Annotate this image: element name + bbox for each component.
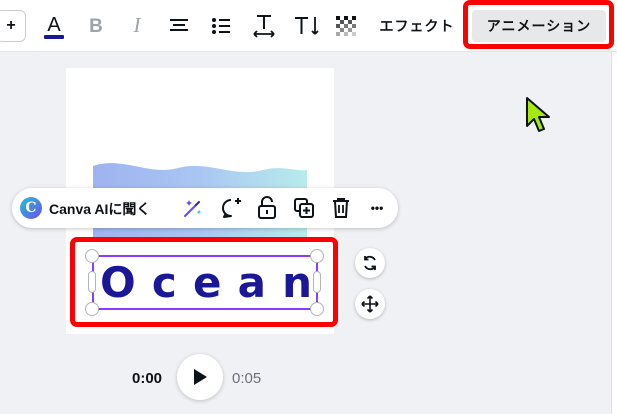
text-color-button[interactable]: A <box>40 10 68 42</box>
bold-icon: B <box>89 16 103 37</box>
bold-button[interactable]: B <box>84 10 108 42</box>
transparency-checker-icon <box>336 16 356 36</box>
lock-open-icon <box>258 196 276 219</box>
svg-text:B: B <box>89 16 103 37</box>
ocean-letter-e: e <box>192 257 222 307</box>
mouse-cursor-icon <box>526 97 550 132</box>
ask-canva-ai-button[interactable]: Canva AIに聞く <box>49 199 150 219</box>
italic-button[interactable]: I <box>126 10 148 42</box>
comment-button[interactable] <box>219 196 243 220</box>
letter-spacing-button[interactable] <box>250 10 278 42</box>
play-icon <box>194 369 207 385</box>
resize-handle-left[interactable] <box>88 271 96 293</box>
magic-wand-icon <box>183 200 202 218</box>
transparency-button[interactable] <box>334 10 358 42</box>
total-duration: 0:05 <box>232 370 262 387</box>
effects-button[interactable]: エフェクト <box>376 10 458 42</box>
trash-icon <box>333 198 349 218</box>
duplicate-icon <box>294 198 314 218</box>
magic-write-button[interactable] <box>180 196 204 220</box>
resize-handle-bottom-left[interactable] <box>85 302 99 316</box>
ocean-letter-c: c <box>151 257 177 307</box>
ocean-letter-a: a <box>237 257 266 307</box>
ocean-letter-o: O <box>100 257 136 307</box>
resize-handle-top-left[interactable] <box>85 249 99 263</box>
play-button[interactable] <box>177 354 223 400</box>
bullet-list-icon <box>212 18 230 34</box>
letter-spacing-icon <box>253 15 275 38</box>
align-center-icon <box>170 19 188 31</box>
rotate-icon <box>364 255 376 271</box>
right-panel-edge <box>611 52 617 414</box>
italic-icon: I <box>133 14 142 37</box>
animate-button[interactable]: アニメーション <box>472 10 606 42</box>
current-time: 0:00 <box>132 370 163 387</box>
add-button[interactable]: + <box>0 10 26 42</box>
rotate-button[interactable] <box>355 248 385 278</box>
move-arrows-icon <box>361 295 379 313</box>
move-button[interactable] <box>355 289 385 319</box>
svg-text:I: I <box>133 14 142 37</box>
resize-handle-top-right[interactable] <box>310 249 324 263</box>
list-button[interactable] <box>208 10 234 42</box>
resize-handle-right[interactable] <box>313 271 321 293</box>
lock-button[interactable] <box>255 196 279 220</box>
resize-handle-bottom-right[interactable] <box>310 302 324 316</box>
more-options-button[interactable]: ••• <box>365 196 389 220</box>
duplicate-button[interactable] <box>292 196 316 220</box>
text-color-icon: A <box>44 14 64 39</box>
line-spacing-icon <box>295 17 319 35</box>
ocean-letter-n: n <box>282 257 312 307</box>
comment-add-icon <box>222 198 241 218</box>
line-spacing-button[interactable] <box>292 10 322 42</box>
svg-text:A: A <box>47 14 61 36</box>
ocean-text[interactable]: O c e a n <box>100 257 312 307</box>
delete-button[interactable] <box>329 196 353 220</box>
editor-toolbar: + A B I エフェクト アニメーション <box>0 0 617 52</box>
canva-ai-logo-icon[interactable]: C <box>20 197 42 219</box>
align-button[interactable] <box>166 10 192 42</box>
context-toolbar: C Canva AIに聞く ••• <box>12 188 398 228</box>
